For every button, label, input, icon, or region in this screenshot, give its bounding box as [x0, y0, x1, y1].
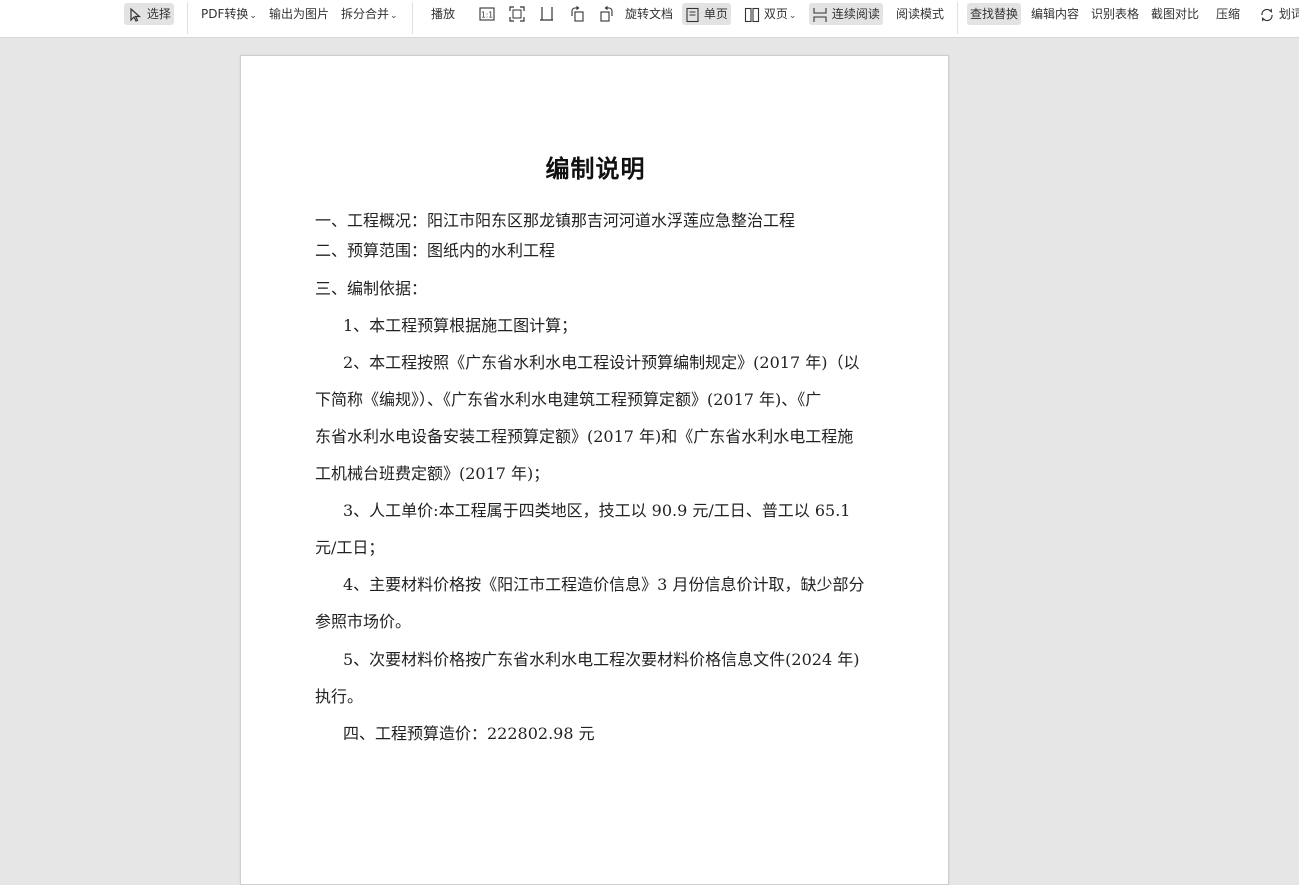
- doc-line-basis-2c: 东省水利水电设备安装工程预算定额》(2017 年)和《广东省水利水电工程施: [315, 427, 854, 446]
- rotate-right-button[interactable]: [597, 4, 617, 24]
- actual-size-icon: 1:1: [479, 7, 495, 21]
- toolbar-separator: [412, 2, 413, 34]
- fit-width-icon: [540, 7, 553, 21]
- doc-line-basis-2a: 2、本工程按照《广东省水利水电工程设计预算编制规定》(2017 年)（以: [343, 353, 860, 372]
- doc-line-basis-5a: 5、次要材料价格按广东省水利水电工程次要材料价格信息文件(2024 年): [343, 650, 860, 669]
- doc-line-basis-2b: 下简称《编规》）、《广东省水利水电建筑工程预算定额》(2017 年)、《广: [315, 390, 822, 409]
- continuous-read-label: 连续阅读: [831, 7, 880, 21]
- screenshot-compare-label: 截图对比: [1151, 7, 1200, 21]
- export-image-label: 输出为图片: [269, 7, 330, 21]
- double-page-button[interactable]: 双页⌄: [741, 3, 799, 25]
- toolbar-separator: [187, 2, 188, 34]
- find-replace-label: 查找替换: [970, 7, 1019, 21]
- doc-line-basis-3b: 元/工日；: [315, 538, 385, 557]
- rotate-left-icon: [571, 6, 584, 22]
- rotate-doc-label: 旋转文档: [625, 7, 674, 21]
- fit-page-icon: [509, 6, 525, 22]
- single-page-label: 单页: [703, 7, 728, 21]
- doc-line-scope: 二、预算范围：图纸内的水利工程: [315, 241, 556, 260]
- doc-line-basis-3a: 3、人工单价:本工程属于四类地区，技工以 90.9 元/工日、普工以 65.1: [343, 501, 851, 520]
- doc-line-basis-1: 1、本工程预算根据施工图计算；: [343, 316, 578, 335]
- doc-line-total-cost: 四、工程预算造价：222802.98 元: [343, 724, 595, 743]
- doc-line-overview: 一、工程概况：阳江市阳东区那龙镇那吉河河道水浮莲应急整治工程: [315, 211, 796, 230]
- word-mark-label: 划词: [1278, 7, 1299, 21]
- fit-page-button[interactable]: [507, 4, 527, 24]
- doc-line-basis-heading: 三、编制依据：: [315, 279, 428, 298]
- pdf-convert-button[interactable]: PDF转换⌄: [198, 3, 260, 25]
- find-replace-button[interactable]: 查找替换: [967, 3, 1022, 25]
- split-merge-label: 拆分合并: [341, 7, 390, 21]
- continuous-read-button[interactable]: 连续阅读: [809, 3, 883, 25]
- rotate-right-icon: [600, 6, 613, 22]
- single-page-button[interactable]: 单页: [682, 3, 731, 25]
- rotate-doc-button[interactable]: 旋转文档: [622, 3, 676, 25]
- double-page-label: 双页: [763, 7, 788, 21]
- doc-line-basis-4a: 4、主要材料价格按《阳江市工程造价信息》3 月份信息价计取，缺少部分: [343, 575, 865, 594]
- double-page-icon: [744, 7, 760, 22]
- document-title: 编制说明: [545, 154, 646, 183]
- toolbar: 选择 PDF转换⌄ 输出为图片 拆分合并⌄ 播放 1:1 旋转文档 单页 双页⌄: [0, 0, 1299, 38]
- word-mark-button[interactable]: 划词: [1256, 3, 1299, 25]
- continuous-read-icon: [813, 7, 827, 22]
- actual-size-button[interactable]: 1:1: [477, 4, 497, 24]
- doc-line-basis-5b: 执行。: [315, 687, 364, 706]
- compress-label: 压缩: [1216, 7, 1241, 21]
- recognize-table-label: 识别表格: [1091, 7, 1140, 21]
- chevron-down-icon: ⌄: [249, 11, 257, 21]
- cursor-icon: [130, 7, 142, 22]
- compress-button[interactable]: 压缩: [1213, 3, 1243, 25]
- export-image-button[interactable]: 输出为图片: [266, 3, 332, 25]
- chevron-down-icon: ⌄: [390, 11, 398, 21]
- refresh-icon: [1261, 8, 1273, 21]
- select-button[interactable]: 选择: [124, 3, 174, 25]
- read-mode-button[interactable]: 阅读模式: [893, 3, 947, 25]
- chevron-down-icon: ⌄: [788, 11, 797, 21]
- pdf-convert-label: PDF转换: [201, 7, 249, 21]
- doc-line-basis-2d: 工机械台班费定额》(2017 年)；: [315, 464, 550, 483]
- doc-line-basis-4b: 参照市场价。: [315, 612, 412, 631]
- toolbar-separator: [957, 2, 958, 34]
- split-merge-button[interactable]: 拆分合并⌄: [338, 3, 401, 25]
- edit-content-button[interactable]: 编辑内容: [1028, 3, 1082, 25]
- play-button[interactable]: 播放: [428, 3, 458, 25]
- read-mode-label: 阅读模式: [896, 7, 945, 21]
- recognize-table-button[interactable]: 识别表格: [1088, 3, 1142, 25]
- actual-size-icon-text: 1:1: [481, 11, 493, 20]
- fit-width-button[interactable]: [537, 4, 557, 24]
- play-label: 播放: [431, 7, 456, 21]
- edit-content-label: 编辑内容: [1031, 7, 1080, 21]
- document-page: 编制说明 一、工程概况：阳江市阳东区那龙镇那吉河河道水浮莲应急整治工程 二、预算…: [240, 55, 949, 885]
- screenshot-compare-button[interactable]: 截图对比: [1148, 3, 1202, 25]
- rotate-left-button[interactable]: [567, 4, 587, 24]
- single-page-icon: [686, 7, 699, 22]
- select-label: 选择: [146, 7, 171, 21]
